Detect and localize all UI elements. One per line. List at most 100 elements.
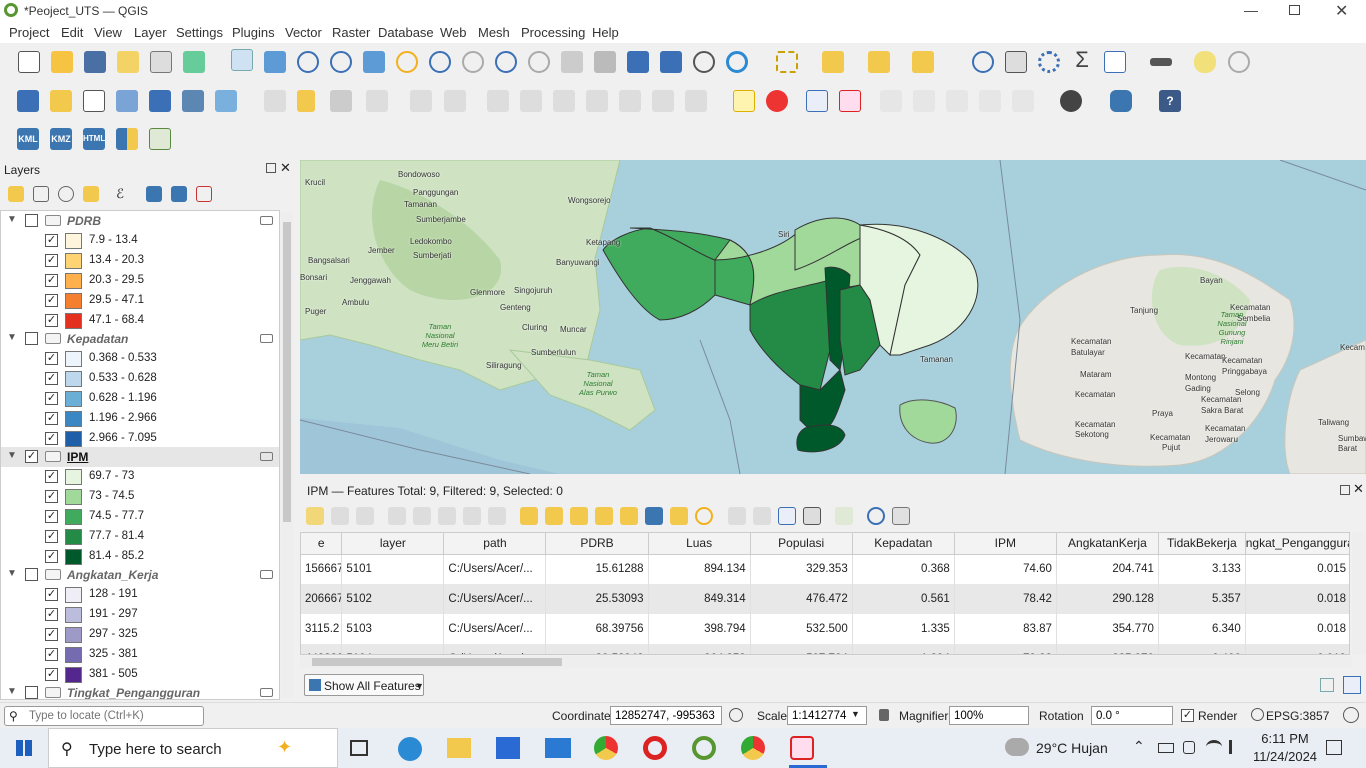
table-cell[interactable]: 476.472	[750, 584, 853, 614]
store-icon[interactable]	[496, 737, 520, 759]
legend-class-item[interactable]: ✓ 297 - 325	[1, 625, 279, 645]
table-cell[interactable]: 3.133	[1158, 554, 1246, 584]
meet-now-icon[interactable]	[1183, 741, 1195, 754]
table-cell[interactable]: C:/Users/Acer/...	[443, 644, 547, 654]
legend-class-item[interactable]: ✓ 29.5 - 47.1	[1, 291, 279, 311]
column-header[interactable]: Populasi	[750, 533, 853, 555]
taskbar-search[interactable]: ⚲ Type here to search ✦	[48, 728, 338, 768]
data-source-manager-icon[interactable]	[17, 90, 39, 112]
new-shapefile-layer-icon[interactable]	[83, 90, 105, 112]
legend-class-item[interactable]: ✓ 20.3 - 29.5	[1, 271, 279, 291]
select-features-icon[interactable]	[776, 51, 798, 73]
zoom-last-icon[interactable]	[495, 51, 517, 73]
clock-date[interactable]: 11/24/2024	[1247, 749, 1323, 764]
menu-mesh[interactable]: Mesh	[478, 25, 510, 40]
legend-class-item[interactable]: ✓ 73 - 74.5	[1, 487, 279, 507]
class-visibility-checkbox[interactable]: ✓	[45, 314, 58, 327]
kmz-export-icon[interactable]: KMZ	[50, 128, 72, 150]
chrome-icon[interactable]	[594, 736, 618, 760]
class-visibility-checkbox[interactable]: ✓	[45, 412, 58, 425]
messages-icon[interactable]	[1343, 707, 1359, 723]
new-bookmark-icon[interactable]	[627, 51, 649, 73]
plugin-table-icon[interactable]	[149, 128, 171, 150]
plugin-grid-icon[interactable]	[116, 128, 138, 150]
table-cell[interactable]: 849.314	[648, 584, 751, 614]
crs-globe-icon[interactable]	[1251, 708, 1264, 721]
refresh-icon[interactable]	[726, 51, 748, 73]
class-visibility-checkbox[interactable]: ✓	[45, 432, 58, 445]
temporal-controller-icon[interactable]	[693, 51, 715, 73]
legend-class-item[interactable]: ✓ 74.5 - 77.7	[1, 507, 279, 527]
layer-visibility-checkbox[interactable]	[25, 686, 38, 699]
coordinate-input[interactable]	[610, 706, 722, 725]
volume-icon[interactable]	[1229, 740, 1243, 754]
legend-class-item[interactable]: ✓ 69.7 - 73	[1, 467, 279, 487]
class-visibility-checkbox[interactable]: ✓	[45, 490, 58, 503]
layer-style-indicator-icon[interactable]	[260, 688, 273, 697]
class-visibility-checkbox[interactable]: ✓	[45, 628, 58, 641]
table-cell[interactable]: 1.335	[852, 614, 955, 644]
layout-manager-icon[interactable]	[150, 51, 172, 73]
table-cell[interactable]: 507.764	[750, 644, 853, 654]
form-view-icon[interactable]	[1320, 678, 1334, 692]
layer-visibility-checkbox[interactable]	[25, 568, 38, 581]
magnifier-input[interactable]	[949, 706, 1029, 725]
class-visibility-checkbox[interactable]: ✓	[45, 588, 58, 601]
table-cell[interactable]: 78.42	[954, 584, 1057, 614]
legend-class-item[interactable]: ✓ 191 - 297	[1, 605, 279, 625]
new-geopackage-layer-icon[interactable]	[50, 90, 72, 112]
layer-labeling-icon[interactable]	[733, 90, 755, 112]
filter-select-icon[interactable]	[620, 507, 638, 525]
menu-database[interactable]: Database	[378, 25, 434, 40]
class-visibility-checkbox[interactable]: ✓	[45, 510, 58, 523]
class-visibility-checkbox[interactable]: ✓	[45, 648, 58, 661]
map-tips-icon[interactable]	[1194, 51, 1216, 73]
table-cell[interactable]: 0.018	[1245, 614, 1349, 644]
deselect-all-icon[interactable]	[595, 507, 613, 525]
attr-vscroll[interactable]	[1352, 532, 1366, 655]
class-visibility-checkbox[interactable]: ✓	[45, 234, 58, 247]
identify-icon[interactable]	[972, 51, 994, 73]
expand-arrow-icon[interactable]: ▼	[7, 686, 17, 697]
highlight-pinned-labels-icon[interactable]	[806, 90, 828, 112]
table-cell[interactable]: 335.970	[1056, 644, 1159, 654]
legend-class-item[interactable]: ✓ 7.9 - 13.4	[1, 231, 279, 251]
legend-class-item[interactable]: ✓ 381 - 505	[1, 665, 279, 685]
menu-plugins[interactable]: Plugins	[232, 25, 275, 40]
legend-class-item[interactable]: ✓ 325 - 381	[1, 645, 279, 665]
table-cell[interactable]: 25.53093	[545, 584, 649, 614]
table-cell[interactable]: 74.60	[954, 554, 1057, 584]
processing-toolbox-icon[interactable]	[1038, 51, 1060, 73]
class-visibility-checkbox[interactable]: ✓	[45, 550, 58, 563]
table-cell[interactable]: 5103	[341, 614, 445, 644]
plugin-globe-icon[interactable]	[1060, 90, 1082, 112]
weather-text[interactable]: 29°C Hujan	[1036, 740, 1108, 756]
menu-layer[interactable]: Layer	[134, 25, 167, 40]
table-cell[interactable]: 329.353	[750, 554, 853, 584]
map-canvas[interactable]: Krucil Bondowoso Panggungan Tamanan Wongsore…	[300, 160, 1366, 474]
actions-icon[interactable]	[867, 507, 885, 525]
collapse-all-icon[interactable]	[171, 186, 187, 202]
table-row[interactable]: 206667 5102 C:/Users/Acer/... 25.53093 849.3…	[301, 584, 1349, 614]
layers-scrollbar[interactable]	[281, 212, 293, 698]
menu-processing[interactable]: Processing	[521, 25, 585, 40]
layer-visibility-checkbox[interactable]: ✓	[25, 450, 38, 463]
column-header[interactable]: path	[443, 533, 547, 555]
float-attr-icon[interactable]	[1340, 485, 1350, 495]
new-print-layout-icon[interactable]	[117, 51, 139, 73]
layer-style-indicator-icon[interactable]	[260, 334, 273, 343]
attribute-table-icon[interactable]	[1104, 51, 1126, 73]
select-by-expression-icon[interactable]	[520, 507, 538, 525]
open-field-calculator-icon[interactable]	[1005, 51, 1027, 73]
class-visibility-checkbox[interactable]: ✓	[45, 294, 58, 307]
expand-arrow-icon[interactable]: ▼	[7, 450, 17, 461]
table-cell[interactable]: 83.87	[954, 614, 1057, 644]
expand-arrow-icon[interactable]: ▼	[7, 332, 17, 343]
clock-time[interactable]: 6:11 PM	[1255, 731, 1315, 746]
measure-line-icon[interactable]	[1150, 58, 1172, 66]
new-virtual-layer-icon[interactable]	[149, 90, 171, 112]
snipping-tool-icon[interactable]	[790, 736, 814, 760]
legend-class-item[interactable]: ✓ 2.966 - 7.095	[1, 429, 279, 449]
zoom-in-icon[interactable]	[297, 51, 319, 73]
layer-diagram-icon[interactable]	[766, 90, 788, 112]
